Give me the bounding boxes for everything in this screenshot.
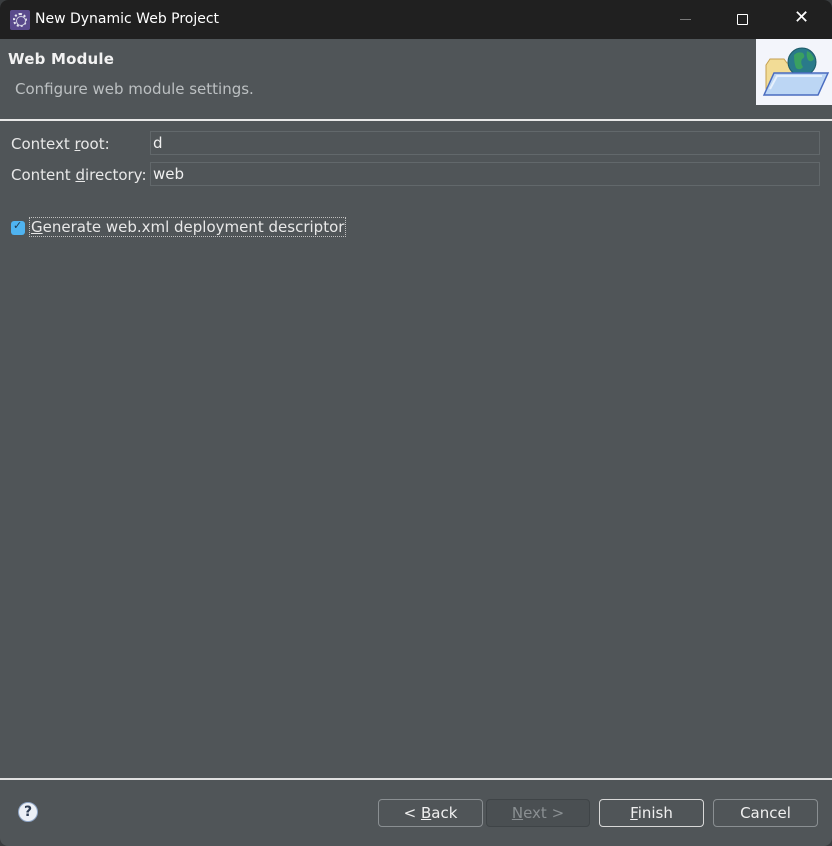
help-icon[interactable]: ? bbox=[18, 802, 38, 822]
eclipse-app-icon bbox=[10, 10, 30, 30]
context-root-label: Context root: bbox=[11, 135, 110, 153]
label-text: enerate web.xml deployment descriptor bbox=[42, 218, 345, 236]
next-button[interactable]: Next > bbox=[486, 799, 590, 827]
label-text: irectory: bbox=[84, 166, 147, 184]
minimize-button[interactable] bbox=[656, 0, 714, 39]
content-directory-input[interactable] bbox=[150, 162, 820, 186]
finish-button[interactable]: Finish bbox=[599, 799, 704, 827]
button-text: ext > bbox=[523, 804, 565, 822]
web-folder-globe-icon bbox=[756, 39, 832, 105]
content-directory-label: Content directory: bbox=[11, 166, 147, 184]
footer-separator bbox=[0, 778, 832, 780]
header-separator bbox=[0, 119, 832, 121]
button-text: inish bbox=[637, 804, 673, 822]
wizard-header: Web Module Configure web module settings… bbox=[0, 39, 832, 120]
button-mnemonic: F bbox=[630, 804, 638, 822]
label-mnemonic: d bbox=[75, 166, 85, 184]
button-mnemonic: N bbox=[511, 804, 524, 822]
dialog-window: New Dynamic Web Project ✕ Web Module Con… bbox=[0, 0, 832, 846]
label-text: Context bbox=[11, 135, 75, 153]
label-text: Content bbox=[11, 166, 76, 184]
page-description: Configure web module settings. bbox=[15, 80, 254, 98]
gear-core bbox=[16, 16, 26, 26]
maximize-icon bbox=[737, 14, 748, 25]
button-text: ack bbox=[431, 804, 458, 822]
button-text: < bbox=[403, 804, 421, 822]
close-button[interactable]: ✕ bbox=[772, 0, 830, 39]
close-icon: ✕ bbox=[794, 7, 810, 28]
window-title: New Dynamic Web Project bbox=[35, 11, 220, 27]
button-mnemonic: B bbox=[420, 804, 432, 822]
page-title: Web Module bbox=[8, 50, 115, 68]
label-text: oot: bbox=[80, 135, 110, 153]
minimize-icon bbox=[680, 19, 691, 20]
generate-descriptor-checkbox[interactable]: ✓ bbox=[11, 219, 25, 235]
maximize-button[interactable] bbox=[714, 0, 772, 39]
cancel-button[interactable]: Cancel bbox=[713, 799, 818, 827]
back-button[interactable]: < Back bbox=[378, 799, 483, 827]
label-mnemonic: G bbox=[31, 218, 43, 236]
title-bar[interactable]: New Dynamic Web Project ✕ bbox=[0, 0, 832, 39]
checkmark-icon: ✓ bbox=[13, 219, 23, 232]
generate-descriptor-label[interactable]: Generate web.xml deployment descriptor bbox=[28, 217, 347, 237]
context-root-input[interactable] bbox=[150, 131, 820, 155]
